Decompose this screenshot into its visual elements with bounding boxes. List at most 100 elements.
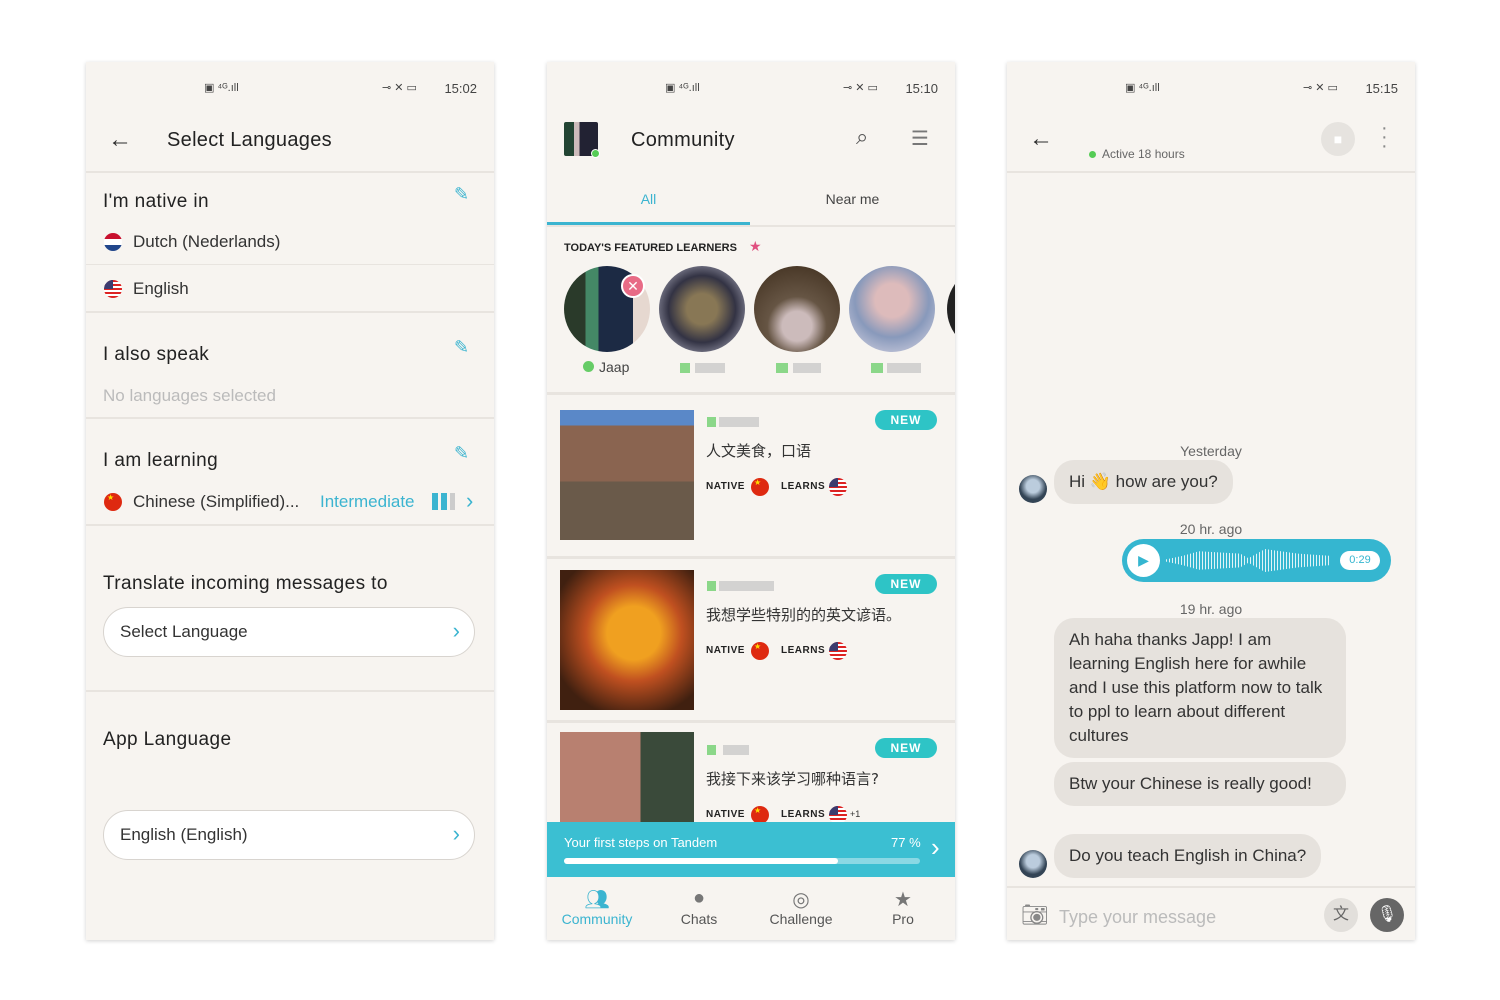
voice-duration: 0:29 <box>1340 551 1380 570</box>
online-dot <box>583 361 594 372</box>
translate-language-select[interactable]: Select Language › <box>103 607 475 657</box>
native-label: NATIVE <box>706 809 745 820</box>
message-bubble: Ah haha thanks Japp! I am learning Engli… <box>1054 618 1346 758</box>
nav-challenge[interactable]: ◎ Challenge <box>751 887 851 927</box>
more-options-icon[interactable]: · · · <box>1381 118 1388 156</box>
progress-label: Your first steps on Tandem <box>564 835 718 850</box>
learning-language[interactable]: Chinese (Simplified)... <box>133 492 299 512</box>
chevron-right-icon[interactable]: › <box>466 488 473 514</box>
native-heading: I'm native in <box>103 191 209 212</box>
search-icon[interactable]: ⌕ <box>856 124 868 150</box>
status-icons: ⊸ ✕ ▭ <box>1303 82 1338 94</box>
medal-icon: ◎ <box>792 889 810 911</box>
learner-bio: 人文美食，口语 <box>706 442 812 460</box>
nav-label: Challenge <box>769 911 833 927</box>
china-flag-icon <box>751 478 769 496</box>
back-arrow-icon[interactable]: ← <box>108 126 132 154</box>
signal-icon: ▣ ⁴ᴳ.ıll <box>665 82 700 94</box>
camera-icon[interactable]: 📷︎ <box>1021 902 1049 928</box>
featured-avatar[interactable] <box>947 266 955 352</box>
page-title: Select Languages <box>167 129 332 151</box>
learning-heading: I am learning <box>103 450 219 471</box>
china-flag-icon <box>751 642 769 660</box>
tab-near-me[interactable]: Near me <box>750 191 955 207</box>
featured-name: Jaap <box>599 359 630 375</box>
timestamp: 20 hr. ago <box>1179 521 1243 537</box>
learner-photo[interactable] <box>560 732 694 832</box>
status-icons: ⊸ ✕ ▭ <box>843 82 878 94</box>
learner-photo[interactable] <box>560 410 694 540</box>
partner-avatar[interactable] <box>1019 475 1047 503</box>
featured-avatar[interactable] <box>754 266 840 352</box>
star-icon: ★ <box>894 889 912 911</box>
select-value: English (English) <box>120 825 248 844</box>
filter-sliders-icon[interactable]: ☰ <box>911 126 929 151</box>
no-languages-text: No languages selected <box>103 386 276 405</box>
chevron-right-icon: › <box>452 821 460 846</box>
also-speak-heading: I also speak <box>103 344 210 365</box>
us-flag-icon <box>829 478 847 496</box>
netherlands-flag-icon <box>104 233 122 251</box>
us-flag-icon <box>104 280 122 298</box>
signal-icon: ▣ ⁴ᴳ.ıll <box>1125 82 1160 94</box>
voice-message[interactable]: ▶ 0:29 <box>1122 539 1391 582</box>
new-badge: NEW <box>875 574 937 594</box>
partner-avatar[interactable] <box>1019 850 1047 878</box>
new-badge: NEW <box>875 738 937 758</box>
app-language-select[interactable]: English (English) › <box>103 810 475 860</box>
featured-heading: TODAY'S FEATURED LEARNERS <box>564 242 737 254</box>
community-icon: 👥︎ <box>584 889 610 911</box>
status-icons: ⊸ ✕ ▭ <box>382 82 417 94</box>
community-screen: ▣ ⁴ᴳ.ıll ⊸ ✕ ▭ 15:10 Community ⌕ ☰ All N… <box>547 62 955 940</box>
select-value: Select Language <box>120 622 248 641</box>
online-dot <box>591 149 600 158</box>
online-dot <box>1089 151 1096 158</box>
learns-label: LEARNS <box>781 481 826 492</box>
featured-avatar[interactable] <box>659 266 745 352</box>
select-languages-screen: ▣ ⁴ᴳ.ıll ⊸ ✕ ▭ 15:02 ← Select Languages … <box>86 62 494 940</box>
page-title: Community <box>631 129 735 151</box>
native-label: NATIVE <box>706 481 745 492</box>
language-item: Dutch (Nederlands) <box>133 232 281 251</box>
extra-languages-count: +1 <box>850 809 861 819</box>
edit-also-speak-pencil-icon[interactable]: ✎ <box>454 337 469 358</box>
message-bubble: Hi 👋 how are you? <box>1054 460 1233 504</box>
translate-icon[interactable]: 文 <box>1324 898 1358 932</box>
back-arrow-icon[interactable]: ← <box>1029 125 1053 153</box>
us-flag-icon <box>829 642 847 660</box>
play-icon[interactable]: ▶ <box>1127 544 1160 577</box>
chevron-right-icon: › <box>452 618 460 643</box>
nav-pro[interactable]: ★ Pro <box>853 887 953 927</box>
learner-photo[interactable] <box>560 570 694 710</box>
onboarding-progress-banner[interactable]: Your first steps on Tandem 77 % › <box>547 822 955 877</box>
level-bars <box>432 493 456 510</box>
timestamp: Yesterday <box>1180 443 1242 459</box>
clock: 15:15 <box>1365 81 1398 96</box>
translate-heading: Translate incoming messages to <box>103 573 388 594</box>
learner-bio: 我接下来该学习哪种语言? <box>706 770 879 788</box>
chat-screen: ▣ ⁴ᴳ.ıll ⊸ ✕ ▭ 15:15 ← Active 18 hours ■… <box>1007 62 1415 940</box>
china-flag-icon <box>104 493 122 511</box>
nav-community[interactable]: 👥︎ Community <box>547 887 647 927</box>
nav-label: Community <box>561 911 633 927</box>
app-language-heading: App Language <box>103 729 232 750</box>
timestamp: 19 hr. ago <box>1179 601 1243 617</box>
learner-bio: 我想学些特别的的英文谚语。 <box>706 606 902 624</box>
tab-all[interactable]: All <box>547 191 750 207</box>
language-item: English <box>133 279 189 298</box>
nav-label: Chats <box>680 911 718 927</box>
new-badge: NEW <box>875 410 937 430</box>
featured-avatar[interactable] <box>849 266 935 352</box>
nav-chats[interactable]: ● Chats <box>649 887 749 927</box>
video-call-icon[interactable]: ■ <box>1321 122 1355 156</box>
edit-learning-pencil-icon[interactable]: ✎ <box>454 443 469 464</box>
progress-percent: 77 % <box>891 835 921 850</box>
dismiss-icon[interactable]: ✕ <box>621 274 645 298</box>
progress-track <box>564 858 920 864</box>
clock: 15:02 <box>444 81 477 96</box>
message-input[interactable]: Type your message <box>1059 907 1216 928</box>
chat-bubble-icon: ● <box>692 887 706 909</box>
microphone-icon[interactable]: 🎙︎ <box>1370 898 1404 932</box>
message-bubble: Btw your Chinese is really good! <box>1054 762 1346 806</box>
edit-native-pencil-icon[interactable]: ✎ <box>454 184 469 205</box>
